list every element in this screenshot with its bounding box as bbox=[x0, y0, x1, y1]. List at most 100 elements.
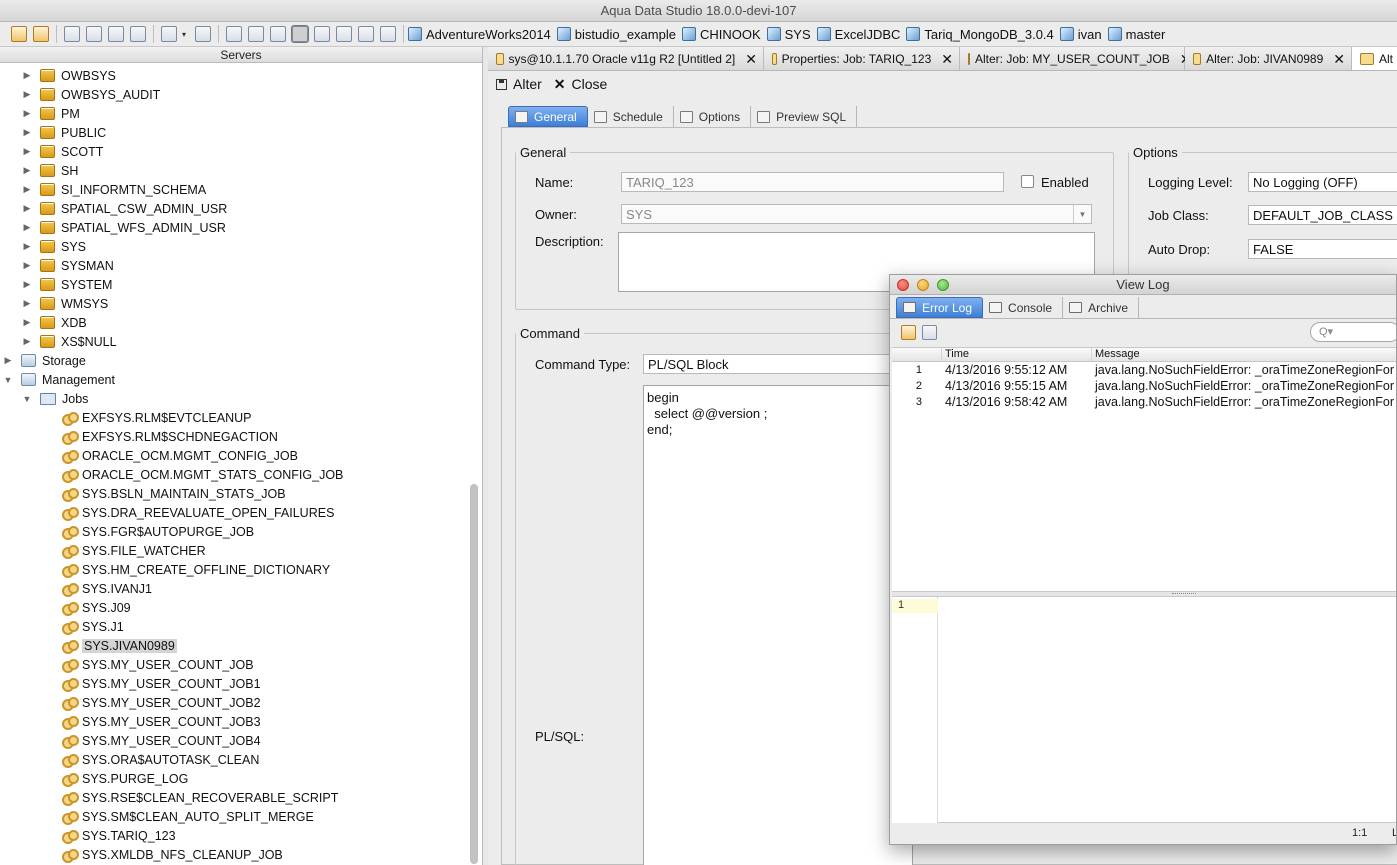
tree-item-schema[interactable]: ▶ SPATIAL_WFS_ADMIN_USR bbox=[22, 218, 226, 237]
close-icon[interactable]: ✕ bbox=[554, 76, 566, 93]
tree-item-schema[interactable]: ▶ SH bbox=[22, 161, 79, 180]
tree-item-schema[interactable]: ▶ OWBSYS_AUDIT bbox=[22, 85, 161, 104]
tab-console[interactable]: Console bbox=[983, 297, 1064, 318]
tab-alter-jivan0989[interactable]: Alter: Job: JIVAN0989 ✕ bbox=[1185, 47, 1352, 70]
tree-item-storage[interactable]: ▶ Storage bbox=[3, 351, 86, 370]
tree-item-schema[interactable]: ▶ PUBLIC bbox=[22, 123, 107, 142]
tree-item-schema[interactable]: ▶ SCOTT bbox=[22, 142, 104, 161]
tab-properties-job[interactable]: Properties: Job: TARIQ_123 ✕ bbox=[764, 47, 960, 70]
connection-bistudio[interactable]: bistudio_example bbox=[556, 27, 676, 42]
tree-item-job[interactable]: SYS.SM$CLEAN_AUTO_SPLIT_MERGE bbox=[62, 807, 314, 826]
tree-icon[interactable] bbox=[314, 26, 330, 42]
expand-arrow-icon[interactable]: ▶ bbox=[22, 298, 32, 309]
connection-exceljdbc[interactable]: ExcelJDBC bbox=[816, 27, 900, 42]
tab-archive[interactable]: Archive bbox=[1063, 297, 1140, 318]
tree-item-schema[interactable]: ▶ SYSMAN bbox=[22, 256, 114, 275]
tree-item-job[interactable]: SYS.ORA$AUTOTASK_CLEAN bbox=[62, 750, 259, 769]
tree-item-job[interactable]: SYS.PURGE_LOG bbox=[62, 769, 188, 788]
expand-arrow-icon[interactable]: ▶ bbox=[22, 279, 32, 290]
time-column-header[interactable]: Time bbox=[942, 348, 1092, 361]
alter-button[interactable]: Alter bbox=[513, 76, 542, 92]
new-query-icon[interactable] bbox=[11, 26, 27, 42]
list-icon[interactable] bbox=[336, 26, 352, 42]
expand-arrow-icon[interactable]: ▶ bbox=[22, 165, 32, 176]
connection-tariq-mongodb[interactable]: Tariq_MongoDB_3.0.4 bbox=[906, 27, 1054, 42]
message-column-header[interactable]: Message bbox=[1092, 348, 1396, 361]
plsql-editor[interactable]: begin select @@version ; end; bbox=[643, 385, 913, 865]
tree-item-job[interactable]: SYS.MY_USER_COUNT_JOB4 bbox=[62, 731, 261, 750]
table-row[interactable]: 1 4/13/2016 9:55:12 AM java.lang.NoSuchF… bbox=[892, 362, 1396, 378]
log-detail-editor[interactable]: 1 bbox=[892, 597, 1396, 823]
log-search-input[interactable]: Q▾ bbox=[1310, 322, 1396, 342]
tree-item-schema[interactable]: ▶ WMSYS bbox=[22, 294, 109, 313]
open-query-icon[interactable] bbox=[33, 26, 49, 42]
window-icon[interactable] bbox=[358, 26, 374, 42]
tree-item-job[interactable]: SYS.BSLN_MAINTAIN_STATS_JOB bbox=[62, 484, 286, 503]
chart-icon[interactable] bbox=[380, 26, 396, 42]
chevron-down-icon[interactable]: ▾ bbox=[180, 26, 188, 42]
logging-level-select[interactable]: No Logging (OFF) bbox=[1248, 172, 1397, 192]
close-window-button[interactable] bbox=[897, 279, 909, 291]
tree-item-job[interactable]: EXFSYS.RLM$SCHDNEGACTION bbox=[62, 427, 278, 446]
tree-item-job[interactable]: SYS.TARIQ_123 bbox=[62, 826, 176, 845]
table-browse-icon[interactable] bbox=[86, 26, 102, 42]
clear-log-icon[interactable] bbox=[901, 324, 916, 340]
expand-arrow-icon[interactable]: ▶ bbox=[22, 203, 32, 214]
tab-options[interactable]: Options bbox=[674, 106, 752, 127]
expand-arrow-icon[interactable]: ▶ bbox=[22, 108, 32, 119]
document-icon[interactable] bbox=[161, 26, 177, 42]
query-analyzer-icon[interactable] bbox=[64, 26, 80, 42]
name-input[interactable]: TARIQ_123 bbox=[621, 172, 1004, 192]
tree-item-job[interactable]: SYS.MY_USER_COUNT_JOB3 bbox=[62, 712, 261, 731]
expand-arrow-icon[interactable]: ▶ bbox=[22, 317, 32, 328]
tree-item-schema[interactable]: ▶ XDB bbox=[22, 313, 87, 332]
job-class-select[interactable]: DEFAULT_JOB_CLASS bbox=[1248, 205, 1397, 225]
tree-item-job[interactable]: SYS.MY_USER_COUNT_JOB1 bbox=[62, 674, 261, 693]
tab-query-window[interactable]: sys@10.1.1.70 Oracle v11g R2 [Untitled 2… bbox=[488, 47, 764, 70]
connection-chinook[interactable]: CHINOOK bbox=[681, 27, 761, 42]
tree-item-job[interactable]: SYS.FILE_WATCHER bbox=[62, 541, 206, 560]
schema-script-icon[interactable] bbox=[130, 26, 146, 42]
tree-item-job[interactable]: SYS.JIVAN0989 bbox=[62, 636, 177, 655]
tree-item-job[interactable]: SYS.MY_USER_COUNT_JOB bbox=[62, 655, 254, 674]
connection-ivan[interactable]: ivan bbox=[1059, 27, 1102, 42]
tree-item-job[interactable]: SYS.HM_CREATE_OFFLINE_DICTIONARY bbox=[62, 560, 330, 579]
tree-item-job[interactable]: SYS.XMLDB_NFS_CLEANUP_JOB bbox=[62, 845, 283, 864]
connection-sys[interactable]: SYS bbox=[766, 27, 811, 42]
tab-alter-my-user-count-job[interactable]: Alter: Job: MY_USER_COUNT_JOB✕ bbox=[960, 47, 1191, 70]
tree-item-schema[interactable]: ▶ XS$NULL bbox=[22, 332, 117, 351]
tree-item-jobs[interactable]: ▼ Jobs bbox=[22, 389, 89, 408]
tree-item-job[interactable]: SYS.FGR$AUTOPURGE_JOB bbox=[62, 522, 254, 541]
tab-general[interactable]: General bbox=[508, 106, 588, 127]
tree-item-schema[interactable]: ▶ SI_INFORMTN_SCHEMA bbox=[22, 180, 207, 199]
collapse-arrow-icon[interactable]: ▼ bbox=[3, 375, 13, 385]
collapse-arrow-icon[interactable]: ▼ bbox=[22, 394, 32, 404]
minimize-window-button[interactable] bbox=[917, 279, 929, 291]
folder-icon[interactable] bbox=[270, 26, 286, 42]
expand-arrow-icon[interactable]: ▶ bbox=[22, 70, 32, 81]
enabled-checkbox[interactable] bbox=[1021, 175, 1034, 188]
expand-arrow-icon[interactable]: ▶ bbox=[22, 260, 32, 271]
notes-icon[interactable] bbox=[195, 26, 211, 42]
close-icon[interactable]: ✕ bbox=[745, 51, 757, 68]
tab-alter-active[interactable]: Alt bbox=[1352, 47, 1397, 70]
tree-item-job[interactable]: ORACLE_OCM.MGMT_STATS_CONFIG_JOB bbox=[62, 465, 343, 484]
close-icon[interactable]: ✕ bbox=[1333, 51, 1345, 68]
form-icon[interactable] bbox=[248, 26, 264, 42]
command-type-select[interactable]: PL/SQL Block bbox=[643, 354, 913, 374]
expand-arrow-icon[interactable]: ▶ bbox=[22, 127, 32, 138]
table-row[interactable]: 2 4/13/2016 9:55:15 AM java.lang.NoSuchF… bbox=[892, 378, 1396, 394]
tree-item-schema[interactable]: ▶ SYS bbox=[22, 237, 86, 256]
tree-item-schema[interactable]: ▶ PM bbox=[22, 104, 80, 123]
copy-icon[interactable] bbox=[922, 324, 937, 340]
owner-select[interactable]: SYS ▼ bbox=[621, 204, 1092, 224]
connection-adventureworks[interactable]: AdventureWorks2014 bbox=[408, 27, 551, 42]
tree-item-job[interactable]: SYS.J1 bbox=[62, 617, 124, 636]
expand-arrow-icon[interactable]: ▶ bbox=[22, 89, 32, 100]
tree-item-job[interactable]: SYS.DRA_REEVALUATE_OPEN_FAILURES bbox=[62, 503, 334, 522]
tree-item-management[interactable]: ▼ Management bbox=[3, 370, 115, 389]
grid-icon[interactable] bbox=[226, 26, 242, 42]
table-data-icon[interactable] bbox=[108, 26, 124, 42]
table-row[interactable]: 3 4/13/2016 9:58:42 AM java.lang.NoSuchF… bbox=[892, 394, 1396, 410]
expand-arrow-icon[interactable]: ▶ bbox=[22, 146, 32, 157]
